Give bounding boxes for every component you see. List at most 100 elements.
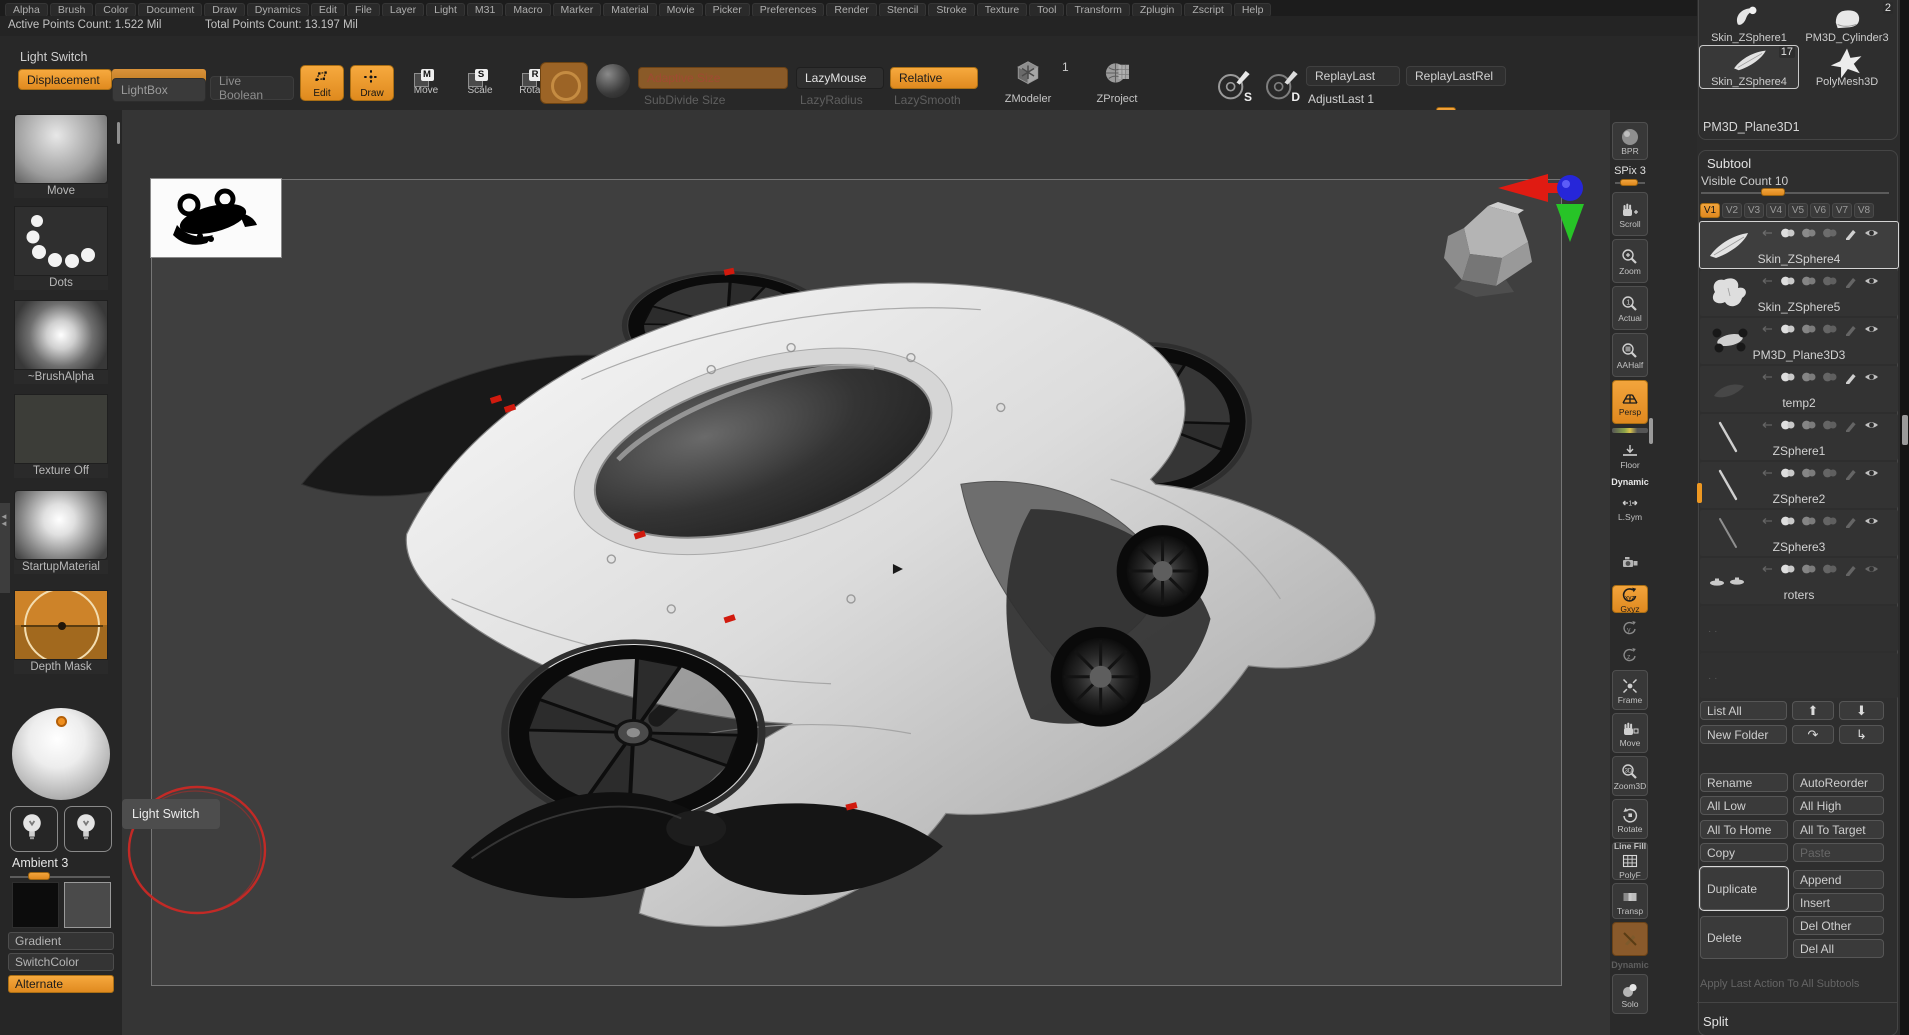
texture-icon[interactable] bbox=[1821, 514, 1838, 528]
menu-layer[interactable]: Layer bbox=[382, 3, 424, 17]
visible-count-slider-handle[interactable] bbox=[1761, 188, 1785, 196]
flip-icon[interactable] bbox=[1758, 514, 1775, 528]
append-button[interactable]: Append bbox=[1793, 870, 1884, 889]
visible-count-slider-track[interactable] bbox=[1701, 192, 1889, 194]
uv-icon[interactable] bbox=[1800, 226, 1817, 240]
subtool-title[interactable]: Subtool bbox=[1707, 156, 1751, 171]
menu-texture[interactable]: Texture bbox=[977, 3, 1027, 17]
move-out-folder-button[interactable]: ↷ bbox=[1792, 725, 1834, 744]
menu-help[interactable]: Help bbox=[1234, 3, 1272, 17]
menu-stroke[interactable]: Stroke bbox=[928, 3, 974, 17]
tray-collapse-strip[interactable]: ◄◄ bbox=[0, 503, 10, 593]
replaylast-button[interactable]: ReplayLast bbox=[1306, 66, 1400, 86]
duplicate-button[interactable]: Duplicate bbox=[1700, 867, 1788, 910]
texture-icon[interactable] bbox=[1821, 274, 1838, 288]
relative-button[interactable]: Relative bbox=[890, 67, 978, 89]
menu-brush[interactable]: Brush bbox=[50, 3, 93, 17]
sculpt-brush-icon[interactable] bbox=[1842, 226, 1859, 240]
strip-persp-button[interactable]: Persp bbox=[1612, 380, 1648, 424]
menu-marker[interactable]: Marker bbox=[553, 3, 602, 17]
strip-frame-button[interactable]: Frame bbox=[1612, 670, 1648, 710]
flip-icon[interactable] bbox=[1758, 226, 1775, 240]
strip-scrollbar[interactable] bbox=[1649, 418, 1653, 444]
menu-m31[interactable]: M31 bbox=[467, 3, 503, 17]
delete-button[interactable]: Delete bbox=[1700, 916, 1788, 959]
material-slot[interactable]: StartupMaterial bbox=[14, 490, 108, 574]
strip-l-sym-button[interactable]: 1L.Sym bbox=[1612, 492, 1648, 522]
document-thumbnail[interactable] bbox=[151, 179, 281, 257]
sculpt-brush-icon[interactable] bbox=[1842, 466, 1859, 480]
tool-thumb-pm3d-cylinder3[interactable]: 2 PM3D_Cylinder3 bbox=[1798, 2, 1896, 44]
strip-spix-slider[interactable]: SPix 3 bbox=[1612, 163, 1648, 189]
stroke-preview-sphere[interactable] bbox=[596, 64, 630, 98]
menu-render[interactable]: Render bbox=[826, 3, 876, 17]
visibility-eye-icon[interactable] bbox=[1863, 418, 1880, 432]
spix-slider-handle[interactable] bbox=[1620, 179, 1638, 186]
strip-solo-button[interactable]: Solo bbox=[1612, 974, 1648, 1014]
document-viewport[interactable] bbox=[151, 179, 1562, 986]
copy-button[interactable]: Copy bbox=[1700, 843, 1788, 862]
sculpt-brush-icon[interactable] bbox=[1842, 514, 1859, 528]
flip-icon[interactable] bbox=[1758, 562, 1775, 576]
subtool-tab-v3[interactable]: V3 bbox=[1744, 203, 1764, 218]
uv-icon[interactable] bbox=[1800, 466, 1817, 480]
visibility-eye-icon[interactable] bbox=[1863, 322, 1880, 336]
move-up-button[interactable]: ⬆ bbox=[1792, 701, 1834, 720]
sculpt-brush-d-button[interactable]: D bbox=[1262, 64, 1302, 106]
menu-stencil[interactable]: Stencil bbox=[879, 3, 927, 17]
uv-icon[interactable] bbox=[1800, 274, 1817, 288]
light-placement-sphere[interactable] bbox=[12, 708, 110, 800]
lazyradius-slider[interactable]: LazyRadius bbox=[800, 93, 863, 107]
flip-icon[interactable] bbox=[1758, 322, 1775, 336]
lazymouse-button[interactable]: LazyMouse bbox=[796, 67, 884, 89]
subtool-tab-v4[interactable]: V4 bbox=[1766, 203, 1786, 218]
brush-preview-button[interactable] bbox=[540, 62, 588, 104]
menu-color[interactable]: Color bbox=[95, 3, 136, 17]
move-button[interactable]: M Move bbox=[404, 65, 448, 101]
lazysmooth-slider[interactable]: LazySmooth bbox=[894, 93, 961, 107]
gradient-button[interactable]: Gradient bbox=[8, 932, 114, 950]
new-folder-button[interactable]: New Folder bbox=[1700, 725, 1787, 744]
light-dot[interactable] bbox=[56, 716, 67, 727]
menu-document[interactable]: Document bbox=[138, 3, 202, 17]
menu-zplugin[interactable]: Zplugin bbox=[1132, 3, 1182, 17]
menu-file[interactable]: File bbox=[347, 3, 380, 17]
texture-icon[interactable] bbox=[1821, 466, 1838, 480]
menu-edit[interactable]: Edit bbox=[311, 3, 345, 17]
subtool-tab-v5[interactable]: V5 bbox=[1788, 203, 1808, 218]
texture-icon[interactable] bbox=[1821, 370, 1838, 384]
subtool-tab-v6[interactable]: V6 bbox=[1810, 203, 1830, 218]
strip-zoom-button[interactable]: Zoom bbox=[1612, 239, 1648, 283]
brush-slot[interactable]: Move bbox=[14, 114, 108, 198]
tool-thumb-skin-zsphere4[interactable]: 17 Skin_ZSphere4 bbox=[1700, 46, 1798, 88]
switchcolor-button[interactable]: SwitchColor bbox=[8, 953, 114, 971]
tool-thumb-polymesh3d[interactable]: PolyMesh3D bbox=[1798, 46, 1896, 88]
polypaint-icon[interactable] bbox=[1779, 514, 1796, 528]
scale-button[interactable]: S Scale bbox=[458, 65, 502, 101]
menu-dynamics[interactable]: Dynamics bbox=[247, 3, 309, 17]
subtool-row-pm3d-plane3d3[interactable]: PM3D_Plane3D3 bbox=[1700, 318, 1898, 364]
uv-icon[interactable] bbox=[1800, 562, 1817, 576]
uv-icon[interactable] bbox=[1800, 418, 1817, 432]
subtool-tab-v1[interactable]: V1 bbox=[1700, 203, 1720, 218]
strip-line-fill-button[interactable]: Line FillPolyF bbox=[1612, 842, 1648, 880]
menu-alpha[interactable]: Alpha bbox=[5, 3, 48, 17]
texture-icon[interactable] bbox=[1821, 418, 1838, 432]
panel-scrollbar-track[interactable] bbox=[1900, 0, 1909, 1035]
edit-button[interactable]: Edit bbox=[300, 65, 344, 101]
stroke-slot[interactable]: Dots bbox=[14, 206, 108, 290]
visibility-eye-icon[interactable] bbox=[1863, 562, 1880, 576]
del-other-button[interactable]: Del Other bbox=[1793, 916, 1884, 935]
all-to-target-button[interactable]: All To Target bbox=[1793, 820, 1884, 839]
secondary-color-swatch[interactable] bbox=[64, 882, 111, 928]
visibility-eye-icon[interactable] bbox=[1863, 466, 1880, 480]
texture-slot[interactable]: Texture Off bbox=[14, 394, 108, 478]
subtool-tab-v8[interactable]: V8 bbox=[1854, 203, 1874, 218]
menu-tool[interactable]: Tool bbox=[1029, 3, 1064, 17]
texture-icon[interactable] bbox=[1821, 562, 1838, 576]
menu-macro[interactable]: Macro bbox=[505, 3, 550, 17]
adaptive-size-slider[interactable]: Adaptive Size bbox=[638, 67, 788, 89]
sculpt-brush-icon[interactable] bbox=[1842, 274, 1859, 288]
menu-transform[interactable]: Transform bbox=[1066, 3, 1129, 17]
light-2-button[interactable] bbox=[64, 806, 112, 852]
